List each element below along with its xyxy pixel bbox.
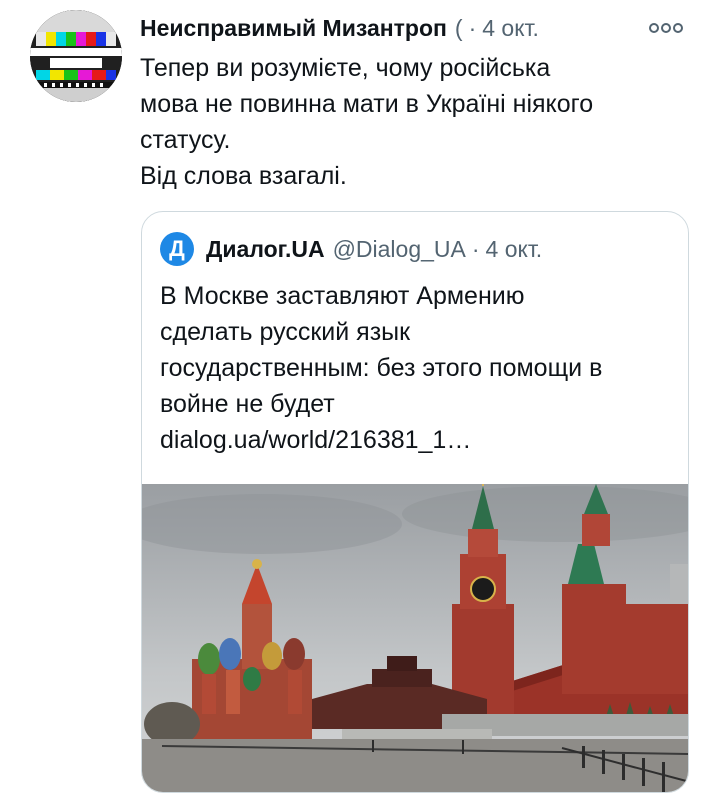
- more-options-icon[interactable]: [644, 16, 688, 40]
- red-square-kremlin-photo[interactable]: [142, 484, 688, 792]
- tweet-text-line: мова не повинна мати в Україні ніякого: [140, 90, 594, 118]
- quoted-tweet-text: В Москве заставляют Армению сделать русс…: [160, 278, 680, 458]
- author-avatar[interactable]: [30, 10, 122, 102]
- tweet-date[interactable]: 4 окт.: [482, 15, 539, 42]
- separator-dot: ·: [468, 14, 477, 41]
- tweet-header: Неисправимый Мизантроп ( · 4 окт.: [140, 12, 700, 44]
- quoted-text-line: В Москве заставляют Армению: [160, 282, 525, 310]
- quoted-author-avatar[interactable]: Д: [160, 232, 194, 266]
- tv-test-pattern-icon: [30, 10, 122, 102]
- tweet-text-line: Тепер ви розумієте, чому російська: [140, 54, 551, 82]
- tweet-text: Тепер ви розумієте, чому російська мова …: [140, 50, 700, 194]
- tweet-text-line: статусу.: [140, 126, 231, 154]
- author-name[interactable]: Неисправимый Мизантроп: [140, 15, 447, 42]
- quoted-tweet-card[interactable]: Д Диалог.UA @Dialog_UA · 4 окт. В Москве…: [141, 211, 689, 793]
- quoted-text-line: сделать русский язык: [160, 318, 411, 346]
- author-handle[interactable]: (: [455, 15, 463, 42]
- quoted-tweet-date[interactable]: 4 окт.: [486, 236, 543, 263]
- quoted-author-handle[interactable]: @Dialog_UA: [333, 236, 466, 263]
- separator-dot: ·: [471, 235, 480, 262]
- quoted-link[interactable]: dialog.ua/world/216381_1…: [160, 422, 680, 458]
- quoted-tweet-header: Д Диалог.UA @Dialog_UA · 4 окт.: [160, 232, 542, 266]
- quoted-text-line: государственным: без этого помощи в: [160, 354, 603, 382]
- quoted-author-name[interactable]: Диалог.UA: [206, 236, 325, 263]
- quoted-text-line: войне не будет: [160, 390, 335, 418]
- tweet-text-line: Від слова взагалі.: [140, 162, 347, 190]
